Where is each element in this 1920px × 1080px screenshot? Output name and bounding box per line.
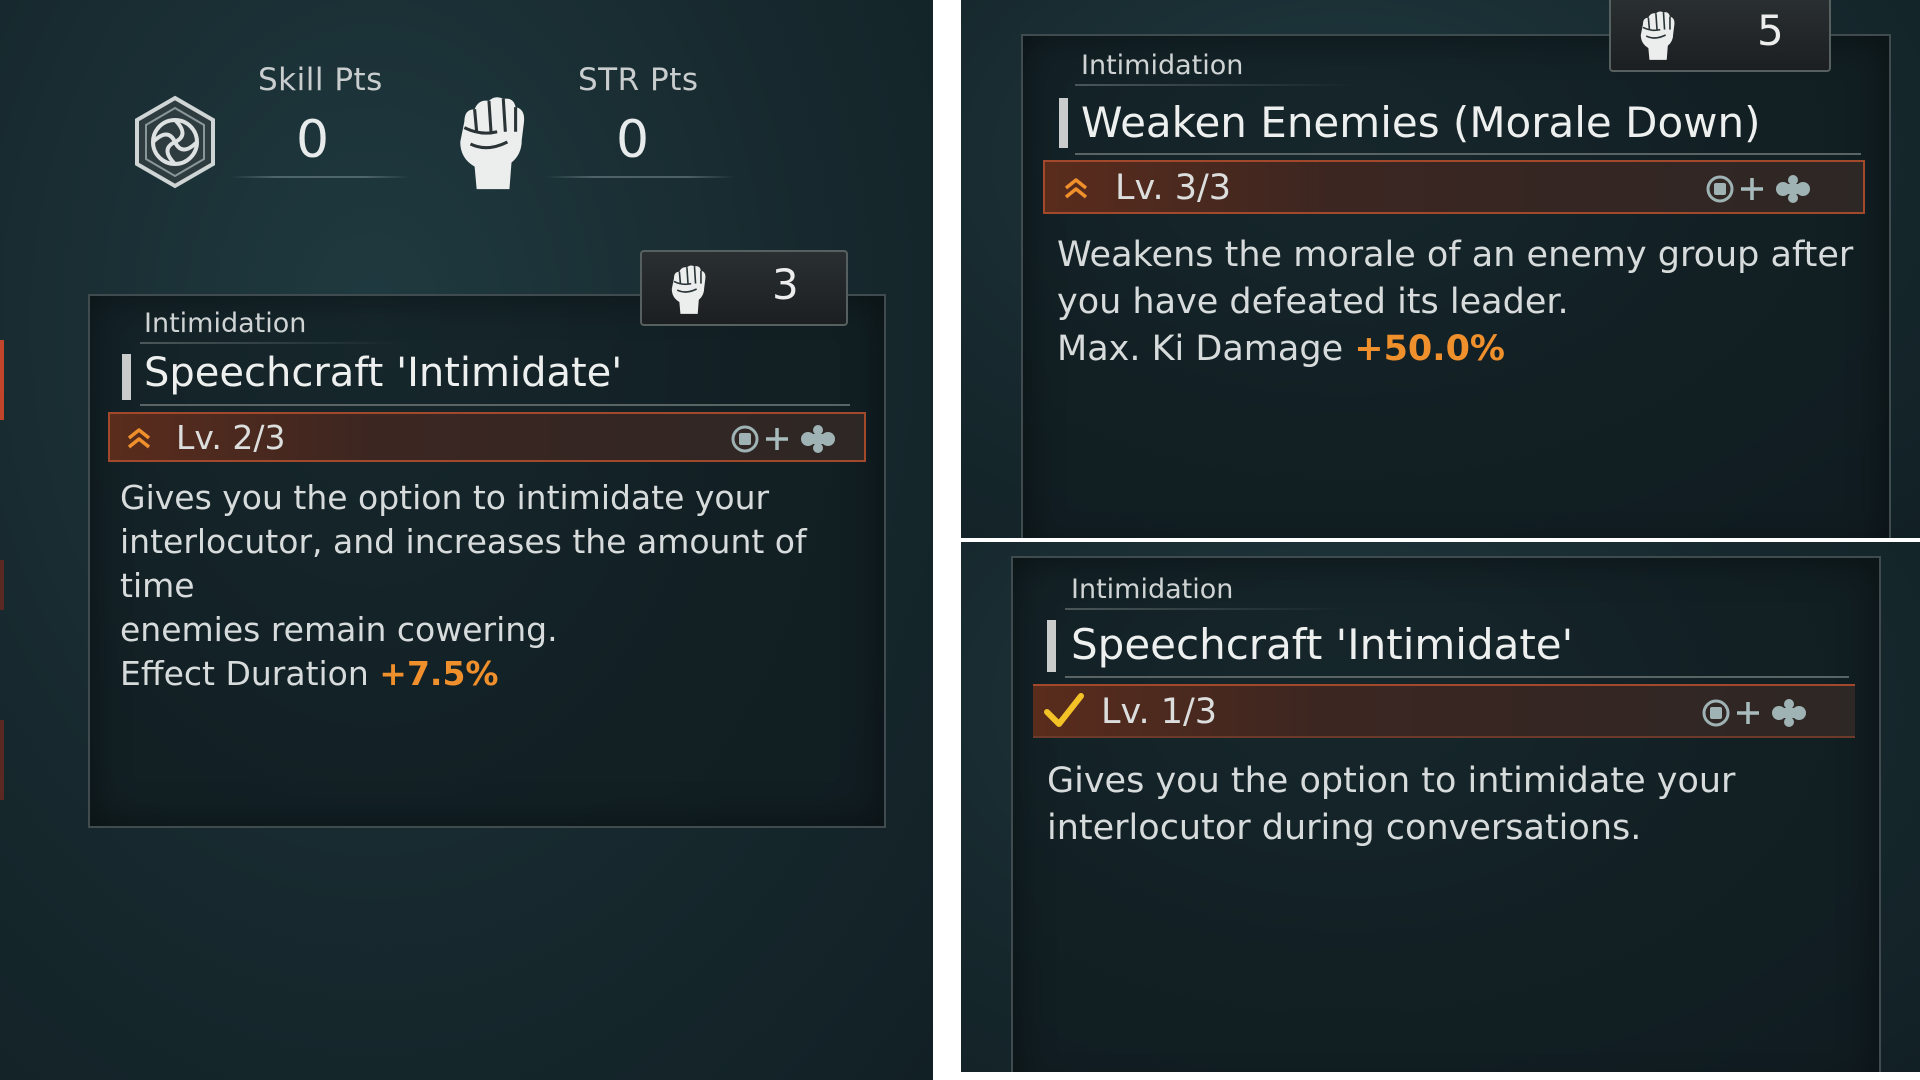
skill-level-bar[interactable]: Lv. 2/3 — [108, 412, 866, 462]
str-points-label: STR Pts — [578, 62, 699, 98]
str-cost-value: 3 — [772, 260, 799, 309]
stat-label: Max. Ki Damage — [1057, 329, 1344, 369]
skill-card-speechcraft-level1[interactable]: Intimidation Speechcraft 'Intimidate' Lv… — [1011, 556, 1881, 1072]
stat-line: Effect Duration +7.5% — [120, 652, 880, 696]
divider — [1075, 84, 1355, 86]
str-cost-badge: 3 — [640, 250, 848, 326]
title-accent-bar — [122, 354, 131, 400]
skill-title: Weaken Enemies (Morale Down) — [1081, 98, 1761, 147]
description-line: Weakens the morale of an enemy group aft… — [1057, 235, 1854, 275]
edge-tab-marker — [0, 720, 4, 800]
skill-category: Intimidation — [1071, 574, 1234, 605]
divider — [230, 176, 410, 178]
skill-title: Speechcraft 'Intimidate' — [1071, 620, 1574, 669]
skill-level-bar[interactable]: Lv. 3/3 — [1043, 160, 1865, 214]
stat-value: +7.5% — [379, 654, 499, 693]
description-line: you have defeated its leader. — [1057, 282, 1569, 322]
hexagon-swirl-icon — [135, 95, 215, 189]
square-button-plus-dpad-icon — [730, 424, 842, 454]
divider — [545, 176, 735, 178]
skill-points-value: 0 — [296, 110, 330, 170]
skill-panel-right-bottom: Intimidation Speechcraft 'Intimidate' Lv… — [961, 542, 1920, 1072]
square-button-plus-dpad-icon — [1701, 698, 1813, 728]
skill-card-speechcraft[interactable]: 3 Intimidation Speechcraft 'Intimidate' … — [88, 250, 886, 828]
chevron-up-double-icon — [1063, 176, 1089, 200]
description-line: interlocutor, and increases the amount o… — [120, 522, 807, 605]
edge-tab-marker — [0, 340, 4, 420]
checkmark-icon — [1044, 693, 1084, 727]
description-line: Gives you the option to intimidate your — [1047, 761, 1736, 801]
stat-line: Max. Ki Damage +50.0% — [1057, 326, 1887, 373]
title-accent-bar — [1059, 98, 1068, 148]
divider — [140, 342, 400, 344]
skill-category: Intimidation — [144, 308, 307, 339]
skill-description: Weakens the morale of an enemy group aft… — [1057, 232, 1887, 373]
skill-title: Speechcraft 'Intimidate' — [144, 350, 623, 396]
description-line: Gives you the option to intimidate your — [120, 478, 770, 517]
skill-level: Lv. 3/3 — [1115, 168, 1232, 208]
skill-level-bar[interactable]: Lv. 1/3 — [1033, 684, 1855, 738]
skill-category: Intimidation — [1081, 50, 1244, 81]
divider — [140, 404, 850, 406]
chevron-up-double-icon — [126, 426, 152, 450]
str-cost-badge: 5 — [1609, 0, 1831, 72]
str-points-value: 0 — [616, 110, 650, 170]
divider — [1065, 676, 1849, 678]
skill-level: Lv. 2/3 — [176, 418, 286, 457]
skill-points-label: Skill Pts — [258, 62, 383, 98]
divider — [1075, 153, 1861, 155]
skill-description: Gives you the option to intimidate your … — [1047, 758, 1877, 852]
raised-fist-icon — [450, 90, 532, 194]
square-button-plus-dpad-icon — [1705, 174, 1817, 204]
title-accent-bar — [1047, 620, 1056, 672]
skill-description: Gives you the option to intimidate your … — [120, 476, 880, 696]
skill-panel-left: Skill Pts 0 STR Pts 0 3 Intimidation Spe… — [0, 0, 933, 1080]
stat-label: Effect Duration — [120, 654, 369, 693]
description-line: enemies remain cowering. — [120, 610, 558, 649]
raised-fist-icon — [664, 262, 712, 316]
divider — [1065, 608, 1345, 610]
skill-card-weaken-enemies[interactable]: 5 Intimidation Weaken Enemies (Morale Do… — [1021, 0, 1891, 538]
str-cost-value: 5 — [1757, 6, 1784, 55]
stat-value: +50.0% — [1354, 329, 1505, 369]
skill-level: Lv. 1/3 — [1101, 692, 1218, 732]
skill-panel-right-top: 5 Intimidation Weaken Enemies (Morale Do… — [961, 0, 1920, 538]
description-line: interlocutor during conversations. — [1047, 808, 1642, 848]
edge-tab-marker — [0, 560, 4, 610]
raised-fist-icon — [1633, 8, 1681, 62]
